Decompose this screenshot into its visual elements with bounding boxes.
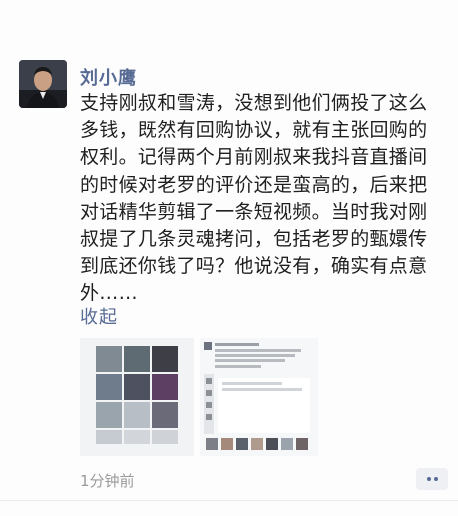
chat-screenshot-thumbnail-icon bbox=[200, 338, 318, 456]
post-text-line: 外…… bbox=[80, 282, 138, 305]
post-timestamp: 1分钟前 bbox=[80, 472, 135, 490]
post-image-2[interactable] bbox=[200, 338, 318, 456]
post-text-line: 支持刚叔和雪涛，没想到他们俩投了这么 bbox=[80, 92, 428, 114]
post-text-line: 对话精华剪辑了一条短视频。当时我对刚 bbox=[80, 200, 428, 223]
post-text-line: 权利。记得两个月前刚叔来我抖音直播间 bbox=[80, 146, 428, 169]
moments-post: 刘小鹰 支持刚叔和雪涛，没想到他们俩投了这么 多钱，既然有回购协议，就有主张回购… bbox=[0, 0, 458, 516]
post-image-1[interactable] bbox=[80, 338, 194, 456]
author-name[interactable]: 刘小鹰 bbox=[80, 64, 137, 90]
collapse-link[interactable]: 收起 bbox=[80, 303, 118, 329]
dot-icon bbox=[433, 477, 438, 481]
post-text-line: 叔提了几条灵魂拷问，包括老罗的甄嬛传 bbox=[80, 228, 428, 251]
post-text-line: 到底还你钱了吗？他说没有，确实有点意 bbox=[80, 255, 428, 278]
avatar[interactable] bbox=[19, 60, 67, 108]
post-text: 支持刚叔和雪涛，没想到他们俩投了这么 多钱，既然有回购协议，就有主张回购的 权利… bbox=[80, 90, 456, 308]
post-text-line: 的时候对老罗的评价还是蛮高的，后来把 bbox=[80, 173, 428, 196]
dot-icon bbox=[426, 477, 431, 481]
person-avatar-icon bbox=[19, 60, 67, 108]
more-actions-button[interactable] bbox=[416, 468, 448, 490]
divider bbox=[0, 500, 458, 501]
post-text-line: 多钱，既然有回购协议，就有主张回购的 bbox=[80, 119, 428, 142]
photo-grid-thumbnail-icon bbox=[80, 338, 194, 456]
